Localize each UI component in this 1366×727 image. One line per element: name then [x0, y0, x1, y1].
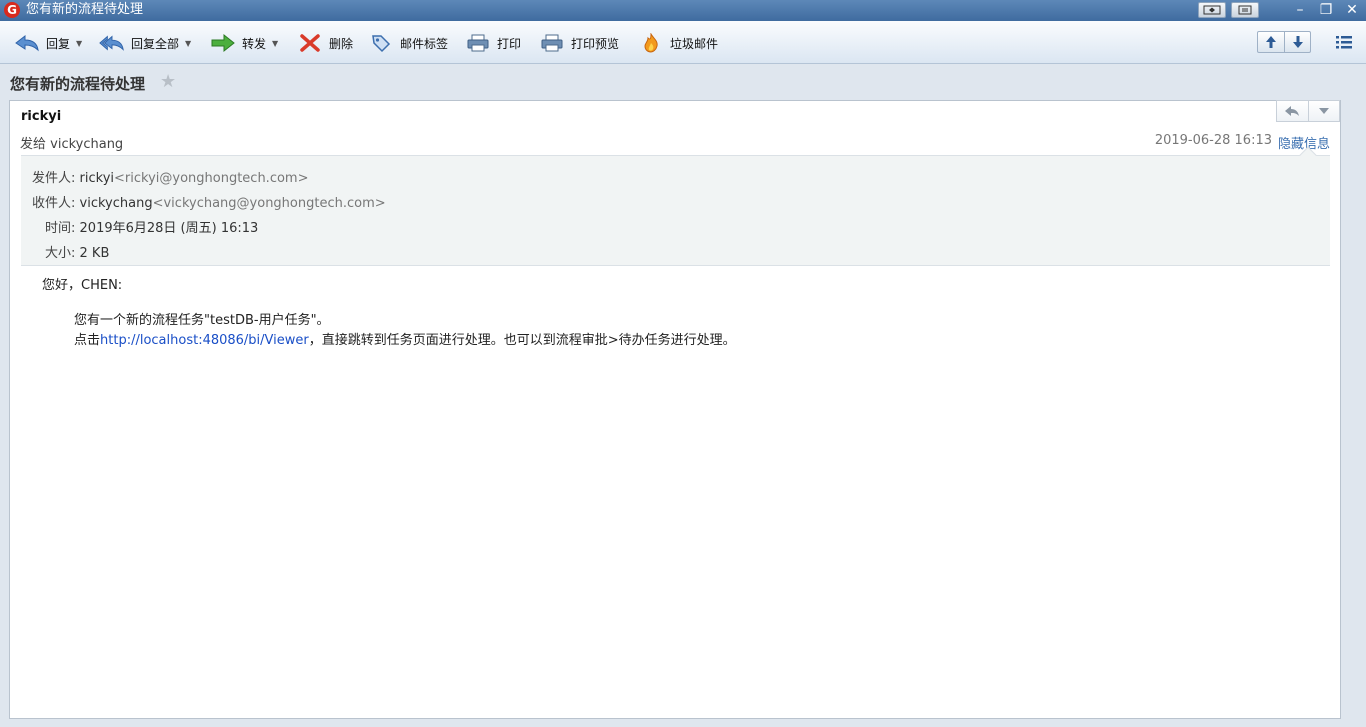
- delete-button[interactable]: 删除: [297, 31, 353, 55]
- chevron-down-icon: [1318, 108, 1329, 114]
- forward-button[interactable]: 转发 ▼: [210, 31, 278, 55]
- print-button[interactable]: 打印: [465, 31, 521, 55]
- window-title: 您有新的流程待处理: [26, 2, 144, 17]
- delete-icon: [297, 32, 323, 54]
- subject-bar: 您有新的流程待处理 ★: [0, 64, 1366, 100]
- to-name[interactable]: vickychang: [80, 196, 153, 211]
- mail-greeting: 您好，CHEN:: [42, 278, 123, 293]
- chevron-down-icon[interactable]: ▼: [185, 39, 191, 48]
- reply-icon: [14, 32, 40, 54]
- mail-navigation: [1257, 31, 1311, 53]
- viewer-link[interactable]: http://localhost:48086/bi/Viewer: [100, 333, 309, 348]
- minimize-button[interactable]: –: [1290, 2, 1310, 18]
- reply-all-button[interactable]: 回复全部 ▼: [99, 31, 191, 55]
- arrow-up-icon: [1266, 36, 1276, 48]
- more-actions-button[interactable]: [1307, 101, 1339, 121]
- forward-label: 转发: [242, 36, 267, 51]
- mail-body-suffix: ，直接跳转到任务页面进行处理。也可以到流程审批>待办任务进行处理。: [308, 333, 736, 348]
- list-icon: [1336, 36, 1352, 49]
- reply-all-label: 回复全部: [131, 36, 180, 51]
- forward-icon: [210, 32, 236, 54]
- reply-button[interactable]: 回复 ▼: [14, 31, 82, 55]
- from-label: 发件人:: [32, 171, 76, 186]
- time-row: 时间: 2019年6月28日 (周五) 16:13: [45, 217, 258, 236]
- mail-datetime: 2019-06-28 16:13: [1154, 133, 1272, 148]
- to-label: 收件人:: [32, 196, 76, 211]
- mail-body-line2: 点击http://localhost:48086/bi/Viewer，直接跳转到…: [74, 329, 736, 348]
- mail-body-line1: 您有一个新的流程任务"testDB-用户任务"。: [74, 313, 330, 328]
- print-preview-label: 打印预览: [571, 36, 620, 51]
- print-icon: [465, 32, 491, 54]
- sent-to: 发给 vickychang: [20, 137, 124, 152]
- split-view-button[interactable]: [1198, 2, 1226, 18]
- chevron-down-icon[interactable]: ▼: [76, 39, 82, 48]
- list-view-button[interactable]: [1335, 34, 1353, 50]
- reply-icon: [1285, 106, 1300, 116]
- app-logo-icon: G: [4, 2, 20, 18]
- delete-label: 删除: [329, 36, 354, 51]
- to-row: 收件人: vickychang<vickychang@yonghongtech.…: [32, 192, 386, 211]
- spam-button[interactable]: 垃圾邮件: [638, 31, 718, 55]
- arrow-down-icon: [1292, 36, 1303, 48]
- mail-body-prefix: 点击: [74, 333, 101, 348]
- mail-tag-button[interactable]: 邮件标签: [368, 31, 448, 55]
- mail-panel: rickyi 发给 vickychang 2019-06-28 16:13 隐藏…: [9, 100, 1341, 719]
- size-value: 2 KB: [79, 246, 110, 261]
- popout-button[interactable]: [1231, 2, 1259, 18]
- mail-details: 发件人: rickyi<rickyi@yonghongtech.com> 收件人…: [21, 146, 1330, 266]
- toolbar: 回复 ▼ 回复全部 ▼ 转发 ▼ 删除 邮件标签 打印 打印预览 垃圾邮件: [0, 21, 1366, 64]
- spam-label: 垃圾邮件: [670, 36, 719, 51]
- star-icon[interactable]: ★: [160, 71, 176, 92]
- size-row: 大小: 2 KB: [45, 242, 109, 261]
- spam-icon: [638, 32, 664, 54]
- reply-label: 回复: [46, 36, 71, 51]
- tag-icon: [368, 32, 394, 54]
- from-row: 发件人: rickyi<rickyi@yonghongtech.com>: [32, 167, 308, 186]
- print-label: 打印: [497, 36, 522, 51]
- print-preview-icon: [539, 32, 565, 54]
- quick-reply-button[interactable]: [1277, 101, 1308, 121]
- to-address: <vickychang@yonghongtech.com>: [152, 196, 386, 211]
- previous-mail-button[interactable]: [1258, 32, 1284, 52]
- chevron-down-icon[interactable]: ▼: [272, 39, 278, 48]
- print-preview-button[interactable]: 打印预览: [539, 31, 619, 55]
- title-bar: G 您有新的流程待处理 – ❐ ✕: [0, 0, 1366, 21]
- from-address: <rickyi@yonghongtech.com>: [114, 171, 309, 186]
- mail-tag-label: 邮件标签: [400, 36, 449, 51]
- time-label: 时间:: [45, 221, 76, 236]
- reply-all-icon: [99, 32, 125, 54]
- next-mail-button[interactable]: [1284, 32, 1310, 52]
- sender-name: rickyi: [21, 109, 62, 124]
- mail-subject: 您有新的流程待处理: [10, 75, 146, 93]
- from-name[interactable]: rickyi: [80, 171, 114, 186]
- time-value: 2019年6月28日 (周五) 16:13: [79, 221, 259, 236]
- restore-button[interactable]: ❐: [1316, 2, 1336, 18]
- size-label: 大小:: [45, 246, 76, 261]
- close-button[interactable]: ✕: [1342, 2, 1362, 18]
- quick-reply-group: [1276, 100, 1340, 122]
